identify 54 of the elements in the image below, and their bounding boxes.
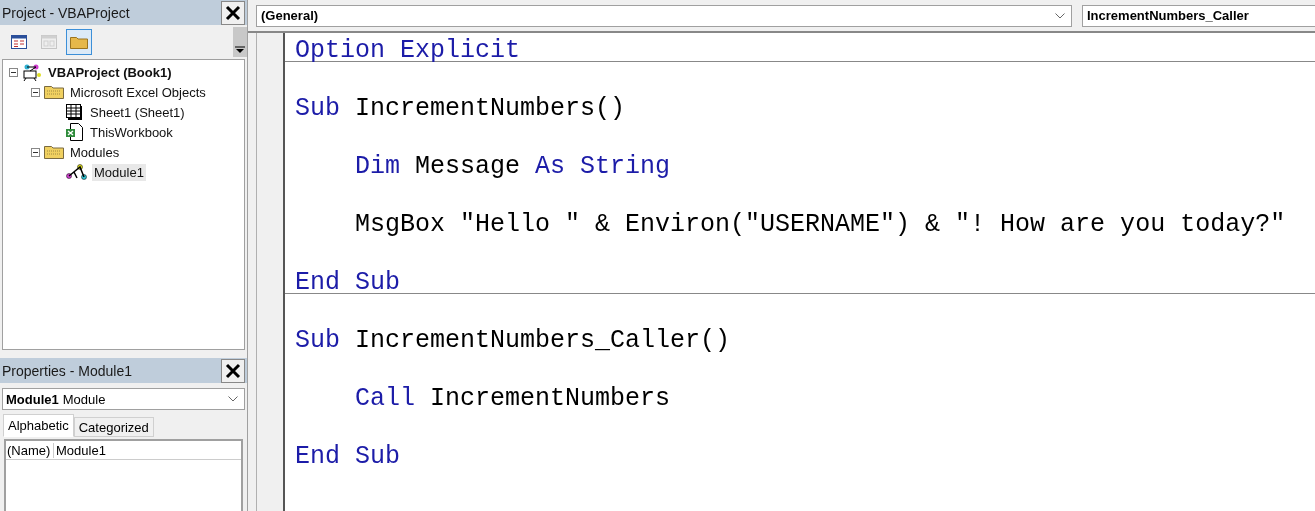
close-button[interactable] (221, 0, 245, 25)
combo-value: IncrementNumbers_Caller (1087, 8, 1249, 23)
object-combo-box[interactable]: (General) (256, 4, 1072, 27)
tree-item[interactable]: Module1 (92, 163, 146, 181)
tab[interactable]: Alphabetic (3, 414, 74, 437)
code-keyword: Sub (295, 326, 340, 355)
code-keyword: Dim (355, 152, 400, 181)
project-icon (22, 63, 42, 81)
code-keyword: Option Explicit (295, 36, 521, 65)
tree-item[interactable]: Sheet1 (Sheet1) (88, 103, 187, 121)
code-text: Message (414, 152, 522, 181)
code-keyword: As String (535, 152, 671, 181)
object-name: Module1 (6, 391, 59, 407)
chevron-down-icon (1055, 12, 1065, 19)
form-view-icon (41, 35, 57, 49)
folder-icon (44, 145, 64, 159)
workbook-icon (66, 123, 84, 141)
tree-item[interactable]: Microsoft Excel Objects (68, 83, 208, 101)
chevron-down-icon (228, 396, 238, 402)
toolbar-button[interactable] (66, 29, 92, 55)
tab[interactable]: Categorized (73, 417, 154, 437)
code-text: IncrementNumbers (429, 384, 671, 413)
code-keyword: End Sub (295, 442, 401, 471)
pane-title: Project - VBAProject (2, 4, 130, 21)
toolbar-overflow-button[interactable] (233, 27, 247, 57)
code-text: IncrementNumbers_Caller() (354, 326, 731, 355)
tree-item[interactable]: ThisWorkbook (88, 123, 175, 141)
object-dropdown[interactable]: Module1 Module (2, 388, 245, 410)
pane-title: Properties - Module1 (2, 362, 132, 379)
procedure-combo-box[interactable]: IncrementNumbers_Caller (1082, 4, 1315, 27)
folder-icon (70, 35, 88, 49)
worksheet-icon (66, 104, 84, 120)
code-keyword: End Sub (295, 268, 401, 297)
code-editor[interactable]: Option Explicit Sub IncrementNumbers() Dim Message As String MsgBox "Hello " & Environ("USERNAME") & "! How are you today?" End Sub Sub IncrementNumbers_Caller() Call IncrementNumbers End Sub (285, 33, 1315, 511)
folder-icon (44, 85, 64, 99)
code-text: MsgBox "Hello " & Environ("USERNAME") & "! How are you today?" (355, 210, 1286, 239)
form-view-icon (11, 35, 27, 49)
object-type: Module (62, 391, 107, 407)
collapse-toggle[interactable] (9, 67, 18, 77)
code-keyword: Call (355, 384, 415, 413)
dropdown-arrow-icon (235, 46, 245, 54)
collapse-toggle[interactable] (31, 147, 40, 157)
tree-item[interactable]: VBAProject (Book1) (46, 63, 174, 81)
code-text: IncrementNumbers() (354, 94, 626, 123)
property-value[interactable]: Module1 (54, 442, 106, 458)
module-icon (66, 164, 88, 180)
code-keyword: Sub (295, 94, 340, 123)
close-icon (225, 362, 241, 379)
combo-value: (General) (261, 8, 319, 23)
close-icon (225, 4, 241, 21)
collapse-toggle[interactable] (31, 87, 40, 97)
tree-item[interactable]: Modules (68, 143, 122, 161)
property-name: (Name) (6, 442, 54, 458)
close-button[interactable] (221, 358, 245, 383)
